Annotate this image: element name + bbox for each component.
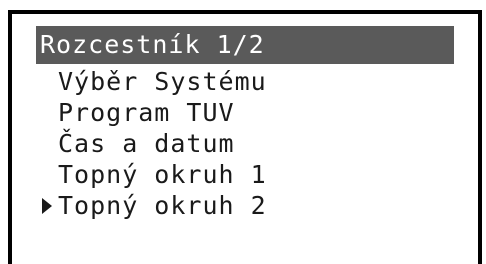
menu-item-topny-okruh-2[interactable]: Topný okruh 2 [36, 190, 454, 221]
menu-item-label: Čas a datum [58, 129, 235, 158]
menu-item-label: Výběr Systému [58, 67, 267, 96]
menu-item-program-tuv[interactable]: Program TUV [36, 97, 454, 128]
menu-list: Výběr Systému Program TUV Čas a datum To… [36, 66, 454, 221]
menu-item-label: Topný okruh 1 [58, 160, 267, 189]
menu-item-cas-a-datum[interactable]: Čas a datum [36, 128, 454, 159]
menu-title: Rozcestník 1/2 [36, 26, 454, 64]
menu-item-label: Topný okruh 2 [58, 191, 267, 220]
menu-item-topny-okruh-1[interactable]: Topný okruh 1 [36, 159, 454, 190]
menu-item-vyber-systemu[interactable]: Výběr Systému [36, 66, 454, 97]
selection-cursor-icon [42, 198, 52, 214]
menu-item-label: Program TUV [58, 98, 235, 127]
